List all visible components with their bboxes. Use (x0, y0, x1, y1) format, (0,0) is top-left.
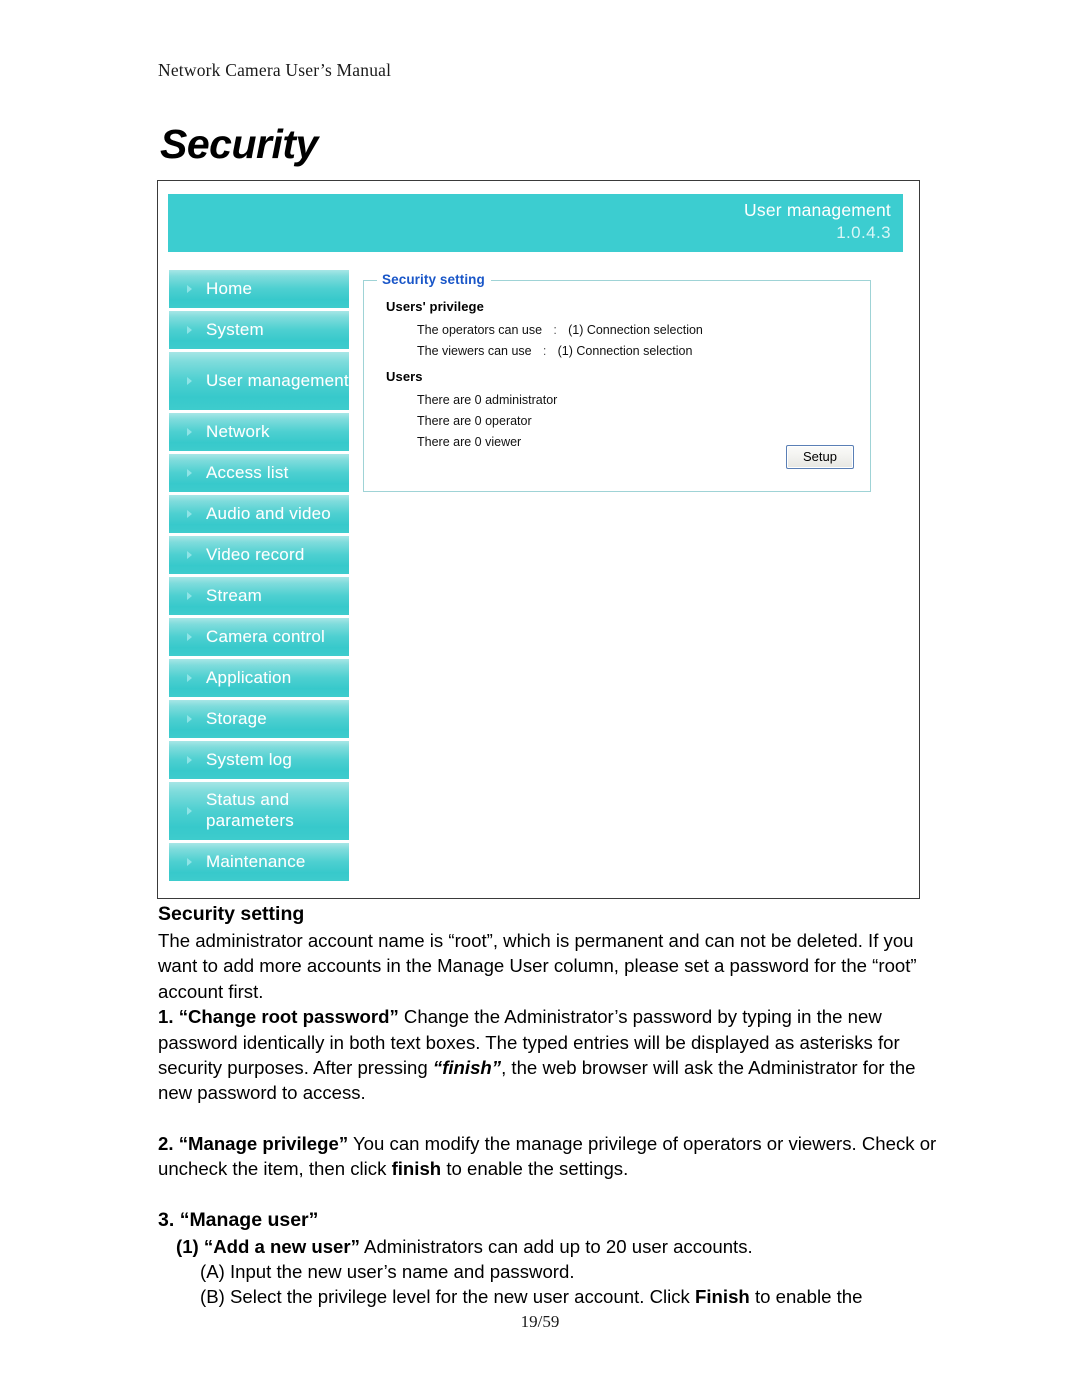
sidebar-item-stream[interactable]: Stream (169, 577, 349, 615)
users-heading: Users (386, 369, 423, 384)
privilege-row-label: The viewers can use (417, 344, 532, 358)
setup-button[interactable]: Setup (786, 445, 854, 469)
item-1-paragraph: 1. “Change root password” Change the Adm… (158, 1004, 938, 1106)
users-count-row: There are 0 administrator (417, 393, 558, 407)
sidebar-item-storage[interactable]: Storage (169, 700, 349, 738)
sidebar-item-label: System log (206, 749, 293, 769)
intro-paragraph: The administrator account name is “root”… (158, 930, 917, 1002)
bullet-arrow-icon (187, 326, 192, 334)
sidebar-item-label: Maintenance (206, 851, 306, 871)
bullet-arrow-icon (187, 469, 192, 477)
sidebar-item-label: Access list (206, 462, 289, 482)
camera-ui-screenshot: User management 1.0.4.3 Home System User… (157, 180, 920, 899)
sidebar-item-label: Stream (206, 585, 262, 605)
body-copy: Security setting The administrator accou… (158, 901, 938, 1310)
item-3-sub-b: (B) Select the privilege level for the n… (158, 1284, 938, 1309)
item-2-emphasis: finish (391, 1158, 442, 1180)
item-3-number: 3. (158, 1208, 175, 1231)
bullet-arrow-icon (187, 428, 192, 436)
privilege-row: The operators can use: (1) Connection sel… (417, 323, 703, 337)
page-title: Security (160, 121, 318, 167)
privilege-row: The viewers can use: (1) Connection selec… (417, 344, 692, 358)
sidebar-item-label: Status and parameters (206, 790, 294, 830)
item-3-sub-1-paragraph: (1) “Add a new user” Administrators can … (158, 1234, 938, 1259)
sidebar-item-label: Audio and video (206, 503, 331, 523)
sidebar-item-label: System (206, 319, 264, 339)
sidebar-item-label: Application (206, 667, 292, 687)
sidebar-item-label: Video record (206, 544, 305, 564)
sidebar-item-label: Storage (206, 708, 267, 728)
item-3-sub-b-body-a: (B) Select the privilege level for the n… (200, 1286, 696, 1308)
section-heading: Security setting (158, 903, 305, 925)
item-3-sub-b-emphasis: Finish (695, 1286, 750, 1308)
privilege-row-value: (1) Connection selection (568, 323, 703, 337)
privilege-row-separator: : (553, 323, 557, 337)
bullet-arrow-icon (187, 285, 192, 293)
item-3-sub-a: (A) Input the new user’s name and passwo… (200, 1261, 575, 1283)
bullet-arrow-icon (187, 551, 192, 559)
sidebar-item-network[interactable]: Network (169, 413, 349, 451)
app-version: 1.0.4.3 (836, 223, 891, 242)
item-3-title: “Manage user” (179, 1208, 319, 1231)
sidebar-item-label: User management (206, 370, 349, 390)
sidebar-item-camera-control[interactable]: Camera control (169, 618, 349, 656)
item-3-sub-1-number: (1) (176, 1235, 199, 1257)
sidebar-item-label: Network (206, 421, 270, 441)
sidebar-item-label: Camera control (206, 626, 326, 646)
item-2-paragraph: 2. “Manage privilege” You can modify the… (158, 1131, 938, 1182)
running-head: Network Camera User’s Manual (158, 60, 392, 80)
sidebar-item-application[interactable]: Application (169, 659, 349, 697)
sidebar-item-home[interactable]: Home (169, 270, 349, 308)
bullet-arrow-icon (187, 807, 192, 815)
bullet-arrow-icon (187, 510, 192, 518)
item-3-paragraph: 3. “Manage user” (158, 1207, 938, 1234)
privilege-row-separator: : (542, 344, 547, 358)
sidebar-item-user-management[interactable]: User management (169, 352, 349, 410)
item-3-sub-1-title: “Add a new user” (203, 1235, 360, 1257)
bullet-arrow-icon (187, 377, 192, 385)
bullet-arrow-icon (187, 674, 192, 682)
sidebar-item-video-record[interactable]: Video record (169, 536, 349, 574)
sidebar-item-system[interactable]: System (169, 311, 349, 349)
security-setting-panel: Security setting Users' privilege The op… (363, 272, 871, 492)
item-3-sub-1-body: Administrators can add up to 20 user acc… (359, 1235, 753, 1257)
item-2-body-b: to enable the settings. (441, 1158, 629, 1180)
item-2-number: 2. (158, 1132, 174, 1154)
users-count-row: There are 0 viewer (417, 435, 522, 449)
sidebar-item-label: Home (206, 278, 253, 298)
sidebar-nav: Home System User management Network Acce… (169, 270, 349, 884)
privilege-row-value: (1) Connection selection (557, 344, 693, 358)
sidebar-item-access-list[interactable]: Access list (169, 454, 349, 492)
item-1-number: 1. (158, 1006, 174, 1028)
item-1-emphasis: “finish” (432, 1057, 502, 1079)
item-2-title: “Manage privilege” (178, 1132, 349, 1154)
users-privilege-heading: Users' privilege (386, 299, 484, 314)
bullet-arrow-icon (187, 633, 192, 641)
item-1-title: “Change root password” (178, 1006, 399, 1028)
item-3-sub-b-body-b: to enable the (749, 1286, 863, 1308)
bullet-arrow-icon (187, 592, 192, 600)
app-title: User management (744, 200, 891, 220)
bullet-arrow-icon (187, 715, 192, 723)
bullet-arrow-icon (187, 756, 192, 764)
sidebar-item-maintenance[interactable]: Maintenance (169, 843, 349, 881)
sidebar-item-system-log[interactable]: System log (169, 741, 349, 779)
bullet-arrow-icon (187, 858, 192, 866)
sidebar-item-status-and-parameters[interactable]: Status and parameters (169, 782, 349, 840)
page-number: 19/59 (520, 1312, 560, 1331)
sidebar-item-audio-and-video[interactable]: Audio and video (169, 495, 349, 533)
users-count-row: There are 0 operator (417, 414, 532, 428)
privilege-row-label: The operators can use (417, 323, 543, 337)
app-header-bar: User management 1.0.4.3 (168, 194, 903, 252)
